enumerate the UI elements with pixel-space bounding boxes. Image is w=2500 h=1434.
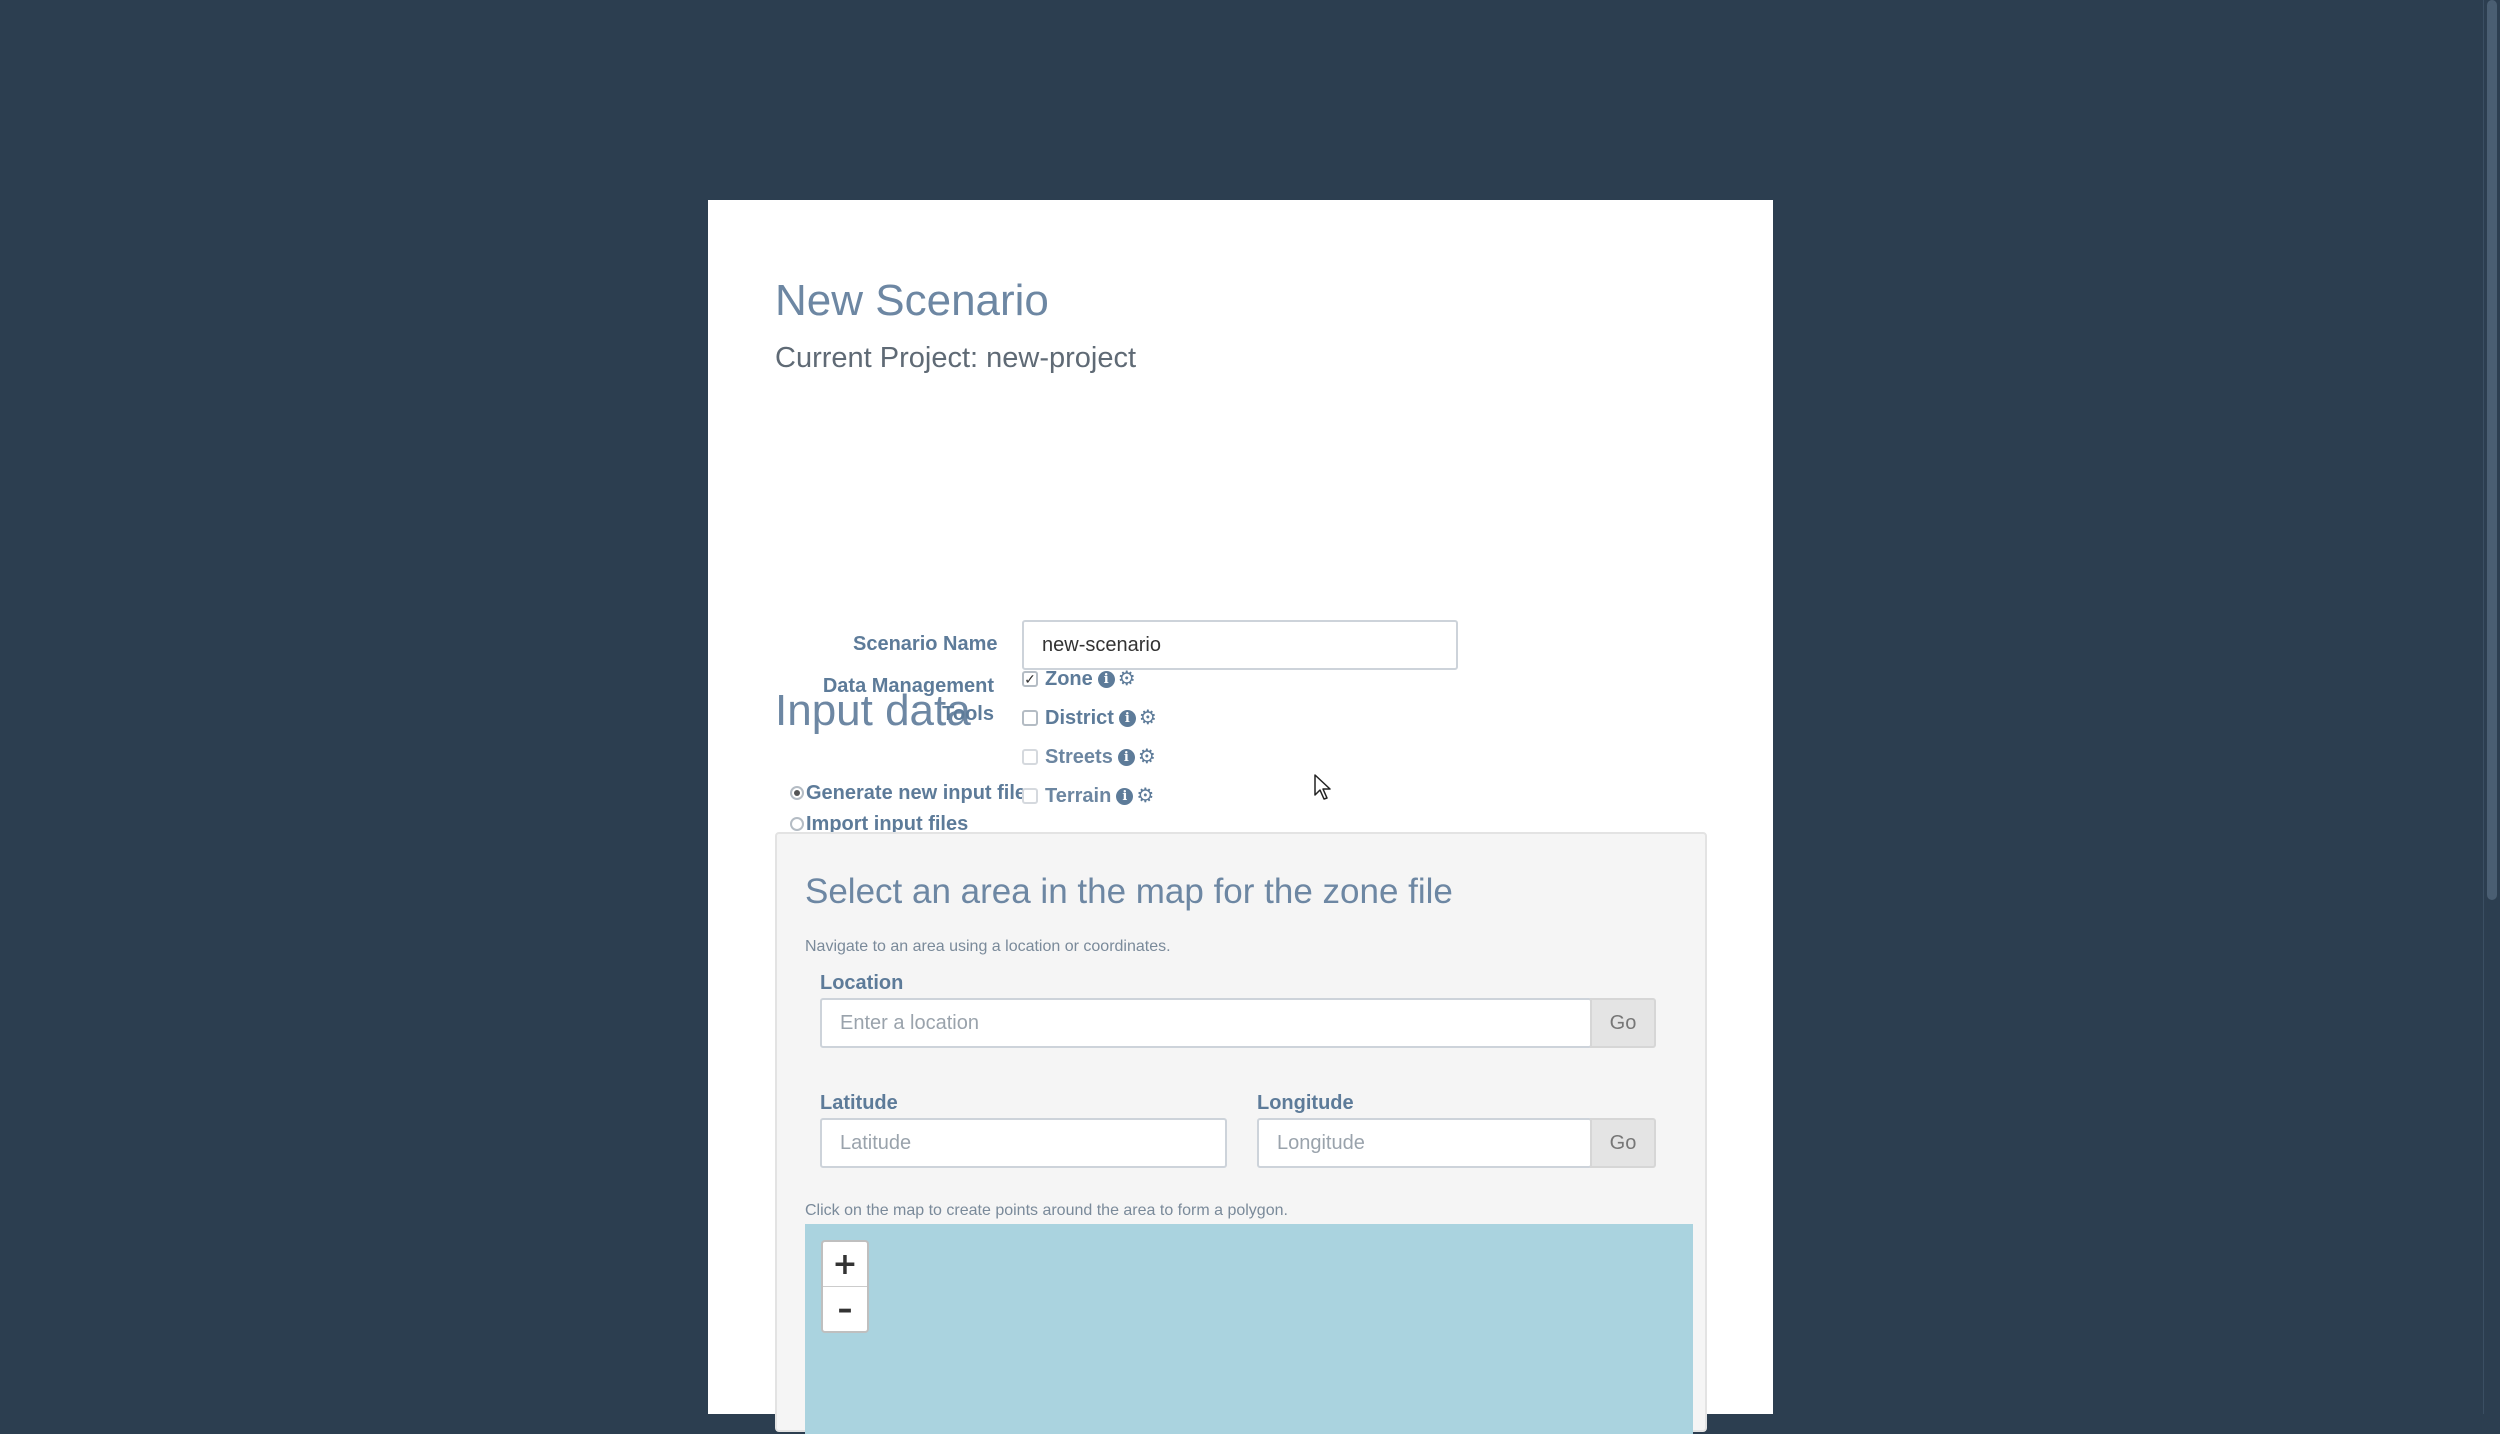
terrain-checkbox[interactable] bbox=[1022, 788, 1038, 804]
info-icon[interactable]: i bbox=[1097, 670, 1115, 688]
map-canvas[interactable]: + – bbox=[805, 1224, 1693, 1434]
dmt-label-line2: Tools bbox=[942, 703, 994, 725]
location-input[interactable] bbox=[820, 998, 1592, 1048]
zone-map-panel: Select an area in the map for the zone f… bbox=[775, 832, 1707, 1434]
tool-terrain[interactable]: Terrain i ⚙ bbox=[1022, 782, 1154, 810]
zoom-out-button[interactable]: – bbox=[823, 1286, 867, 1331]
longitude-label: Longitude bbox=[1257, 1092, 1354, 1114]
current-project: Current Project: new-project bbox=[775, 342, 1137, 374]
radio-generate-control[interactable] bbox=[790, 786, 804, 800]
scenario-name-input[interactable] bbox=[1022, 620, 1458, 670]
location-label: Location bbox=[820, 972, 904, 994]
dmt-label-line1: Data Management bbox=[822, 675, 994, 697]
page-scrollbar[interactable] bbox=[2483, 0, 2500, 1414]
info-icon[interactable]: i bbox=[1117, 748, 1135, 766]
tool-streets[interactable]: Streets i ⚙ bbox=[1022, 743, 1156, 771]
coordinates-go-button[interactable]: Go bbox=[1590, 1118, 1656, 1168]
new-scenario-panel: New Scenario Current Project: new-projec… bbox=[708, 200, 1773, 1434]
scrollbar-thumb[interactable] bbox=[2487, 0, 2497, 900]
zone-checkbox[interactable]: ✓ bbox=[1022, 671, 1038, 687]
gear-icon[interactable]: ⚙ bbox=[1139, 708, 1157, 728]
tool-terrain-label[interactable]: Terrain bbox=[1045, 785, 1111, 808]
latitude-label: Latitude bbox=[820, 1092, 898, 1114]
longitude-input[interactable] bbox=[1257, 1118, 1592, 1168]
cursor-icon bbox=[1314, 774, 1331, 800]
page-title: New Scenario bbox=[775, 276, 1049, 325]
navigate-help-text: Navigate to an area using a location or … bbox=[805, 938, 1171, 955]
tool-zone[interactable]: ✓ Zone i ⚙ bbox=[1022, 665, 1136, 693]
location-go-button[interactable]: Go bbox=[1590, 998, 1656, 1048]
map-panel-title: Select an area in the map for the zone f… bbox=[805, 872, 1453, 911]
radio-generate-input[interactable]: Generate new input files bbox=[790, 780, 1037, 806]
map-help-text: Click on the map to create points around… bbox=[805, 1202, 1288, 1219]
gear-icon[interactable]: ⚙ bbox=[1118, 669, 1136, 689]
info-icon[interactable]: i bbox=[1118, 709, 1136, 727]
scenario-name-label: Scenario Name bbox=[853, 633, 998, 655]
gear-icon[interactable]: ⚙ bbox=[1136, 786, 1154, 806]
tool-streets-label[interactable]: Streets bbox=[1045, 746, 1113, 769]
radio-generate-label[interactable]: Generate new input files bbox=[806, 782, 1037, 805]
info-icon[interactable]: i bbox=[1116, 787, 1134, 805]
tool-zone-label[interactable]: Zone bbox=[1045, 668, 1093, 691]
tool-district-label[interactable]: District bbox=[1045, 707, 1114, 730]
radio-import-control[interactable] bbox=[790, 817, 804, 831]
gear-icon[interactable]: ⚙ bbox=[1138, 747, 1156, 767]
streets-checkbox[interactable] bbox=[1022, 749, 1038, 765]
tool-district[interactable]: District i ⚙ bbox=[1022, 704, 1157, 732]
data-management-tools-label: Data Management Tools bbox=[780, 672, 994, 728]
zoom-control: + – bbox=[821, 1240, 869, 1333]
district-checkbox[interactable] bbox=[1022, 710, 1038, 726]
latitude-input[interactable] bbox=[820, 1118, 1227, 1168]
zoom-in-button[interactable]: + bbox=[823, 1242, 867, 1286]
